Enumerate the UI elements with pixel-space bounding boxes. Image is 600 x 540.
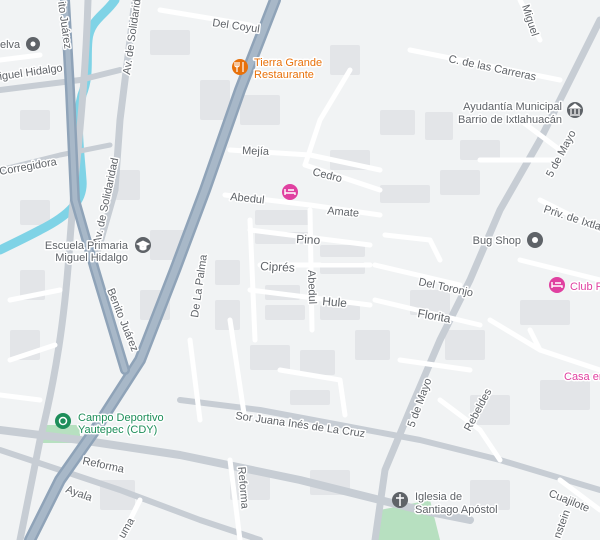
- poi-label-iglesia-1: Iglesia de: [415, 491, 462, 503]
- fork-knife-icon[interactable]: [232, 59, 248, 75]
- street-label-mejia: Mejía: [242, 145, 270, 158]
- poi-top-left[interactable]: [26, 37, 40, 51]
- poi-label-casa: Casa en: [564, 371, 600, 383]
- poi-label-iglesia-2: Santiago Apóstol: [415, 504, 498, 516]
- street-label-selva: elva: [0, 39, 21, 51]
- street-label-cipres: Ciprés: [260, 259, 295, 275]
- poi-label-campo-1: Campo Deportivo: [78, 412, 164, 424]
- map-canvas[interactable]: Del Coyul Miguel C. de las Carreras Av. …: [0, 0, 600, 540]
- poi-bug-shop[interactable]: Bug Shop: [471, 232, 543, 249]
- street-label-pino: Pino: [296, 232, 321, 247]
- poi-label-escuela-1: Escuela Primaria: [45, 240, 129, 252]
- stadium-icon[interactable]: [55, 413, 71, 429]
- poi-label-ayudantia-1: Ayudantía Municipal: [463, 101, 562, 113]
- map-svg[interactable]: Del Coyul Miguel C. de las Carreras Av. …: [0, 0, 600, 540]
- poi-label-escuela-2: Miguel Hidalgo: [55, 252, 128, 264]
- poi-label-tierra-grande-1: Tierra Grande: [254, 57, 322, 69]
- poi-label-ayudantia-2: Barrio de Ixtlahuacán: [458, 114, 562, 126]
- street-label-abedul-vertical: Abedul: [305, 270, 318, 305]
- poi-label-campo-2: Yautepec (CDY): [78, 424, 157, 436]
- poi-casa[interactable]: Casa en: [563, 370, 600, 385]
- poi-hotel-abedul[interactable]: [282, 184, 298, 200]
- street-label-hule: Hule: [322, 294, 348, 310]
- poi-label-bug-shop: Bug Shop: [473, 235, 521, 247]
- poi-label-tierra-grande-2: Restaurante: [254, 69, 314, 81]
- poi-label-club: Club R: [570, 281, 600, 293]
